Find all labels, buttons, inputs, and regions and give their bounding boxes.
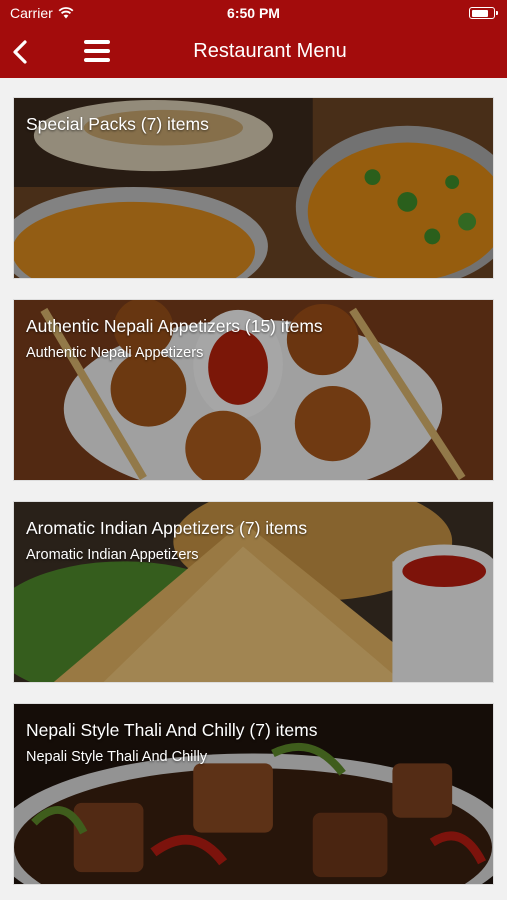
category-card-authentic-nepali-appetizers[interactable]: Authentic Nepali Appetizers (15) items A…	[13, 299, 494, 481]
battery-icon	[469, 7, 498, 19]
category-card-nepali-style-thali-and-chilly[interactable]: Nepali Style Thali And Chilly (7) items …	[13, 703, 494, 885]
category-title: Aromatic Indian Appetizers (7) items	[26, 518, 308, 538]
category-card-aromatic-indian-appetizers[interactable]: Aromatic Indian Appetizers (7) items Aro…	[13, 501, 494, 683]
category-title: Special Packs (7) items	[26, 114, 209, 134]
category-title: Nepali Style Thali And Chilly (7) items	[26, 720, 318, 740]
category-subtitle: Authentic Nepali Appetizers	[26, 345, 204, 361]
chevron-left-icon	[13, 40, 27, 64]
page-title: Restaurant Menu	[193, 40, 347, 62]
category-title: Authentic Nepali Appetizers (15) items	[26, 316, 323, 336]
status-bar: Carrier 6:50 PM	[0, 0, 507, 26]
category-subtitle: Nepali Style Thali And Chilly	[26, 749, 208, 765]
status-time: 6:50 PM	[227, 5, 280, 21]
hamburger-icon	[84, 40, 110, 44]
hamburger-menu-button[interactable]	[84, 40, 112, 66]
back-button[interactable]	[8, 38, 36, 66]
nav-bar: Restaurant Menu	[0, 26, 507, 78]
category-list: Special Packs (7) items Authentic Nepali…	[0, 78, 507, 900]
category-subtitle: Aromatic Indian Appetizers	[26, 547, 199, 563]
category-card-special-packs[interactable]: Special Packs (7) items	[13, 97, 494, 279]
